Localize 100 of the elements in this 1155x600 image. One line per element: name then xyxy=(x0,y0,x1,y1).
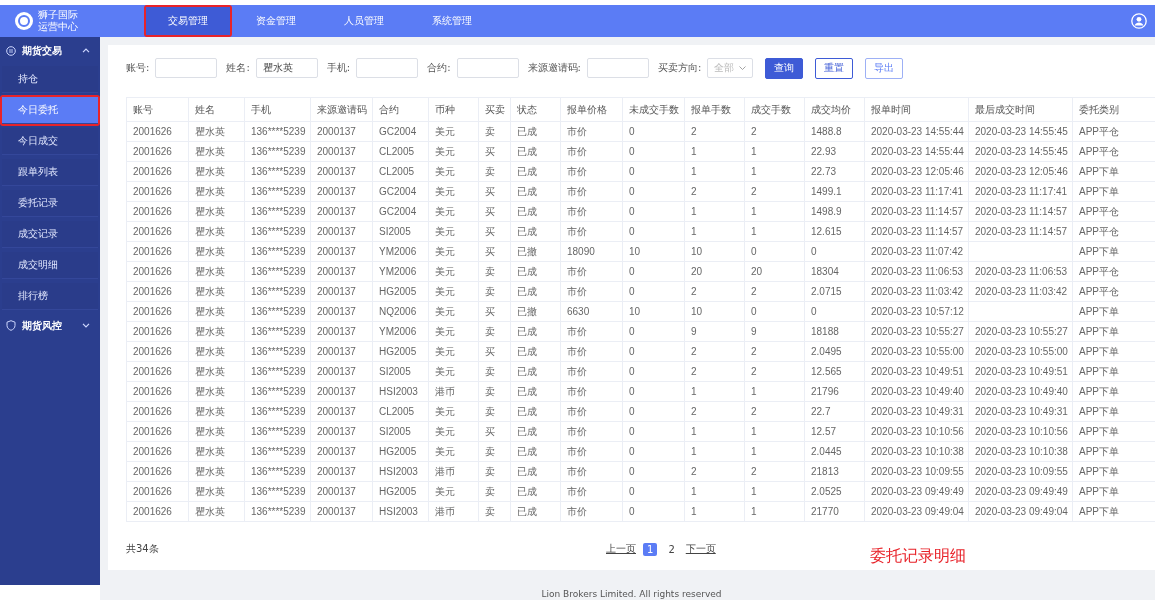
table-cell: 2000137 xyxy=(317,466,356,477)
table-cell: 已成 xyxy=(517,485,537,497)
table-cell: 136****5239 xyxy=(251,486,306,497)
table-cell: 2020-03-23 09:49:49 xyxy=(871,486,964,497)
input-field[interactable] xyxy=(586,58,649,78)
action-button[interactable]: 导出 xyxy=(865,57,904,79)
table-cell: 2000137 xyxy=(317,126,356,137)
table-cell: 1488.8 xyxy=(811,126,842,137)
table-cell: CL2005 xyxy=(379,166,415,177)
sidebar-item[interactable]: 持仓 xyxy=(2,66,98,93)
table-cell: 2001626 xyxy=(133,286,172,297)
prev-page-link[interactable]: 上一页 xyxy=(606,542,636,556)
filter-label: 账号: xyxy=(126,61,150,75)
table-cell: 10 xyxy=(691,246,703,257)
table-cell: 1 xyxy=(691,226,697,237)
input-field[interactable] xyxy=(456,58,519,78)
user-icon[interactable] xyxy=(1131,13,1147,29)
table-cell: 0 xyxy=(629,506,635,517)
table-cell: 2000137 xyxy=(317,326,356,337)
next-page-link[interactable]: 下一页 xyxy=(685,542,716,556)
table-cell: 美元 xyxy=(435,125,455,137)
table-cell: 2020-03-23 10:57:12 xyxy=(871,306,964,317)
sidebar-item[interactable]: 成交明细 xyxy=(2,252,98,279)
table-cell: 美元 xyxy=(435,185,455,197)
table-cell: 22.73 xyxy=(811,166,837,177)
sidebar-item[interactable]: 今日成交 xyxy=(2,128,98,155)
table-cell: APP下单 xyxy=(1079,445,1119,457)
table-cell: HSI2003 xyxy=(379,466,418,477)
table-cell: 市价 xyxy=(567,385,587,397)
table-cell: SI2005 xyxy=(379,226,411,237)
nav-tab[interactable]: 系统管理 xyxy=(410,7,494,35)
table-cell: 0 xyxy=(629,326,635,337)
nav-tab[interactable]: 资金管理 xyxy=(234,7,318,35)
table-cell: 2020-03-23 10:09:55 xyxy=(871,466,964,477)
table-cell: 美元 xyxy=(435,265,455,277)
table-cell: HSI2003 xyxy=(379,506,418,517)
table-cell: 2 xyxy=(751,366,757,377)
table-cell: 2020-03-23 11:03:42 xyxy=(975,286,1068,297)
table-cell: 已成 xyxy=(517,325,537,337)
table-cell: 瞿水英 xyxy=(195,465,225,477)
table-cell: 136****5239 xyxy=(251,206,306,217)
input-field[interactable]: 瞿水英 xyxy=(255,58,318,78)
column-header: 最后成交时间 xyxy=(968,97,1073,122)
table-cell: 136****5239 xyxy=(251,386,306,397)
table-cell: YM2006 xyxy=(379,326,417,337)
table-cell: 21770 xyxy=(811,506,839,517)
table-cell: 2 xyxy=(691,346,697,357)
table-cell: 已成 xyxy=(517,285,537,297)
table-cell: 0 xyxy=(751,306,757,317)
table-cell: 已成 xyxy=(517,165,537,177)
table-cell: 0 xyxy=(629,206,635,217)
table-cell: 美元 xyxy=(435,305,455,317)
page-number[interactable]: 2 xyxy=(664,542,679,556)
table-cell: 2001626 xyxy=(133,466,172,477)
table-cell: 已成 xyxy=(517,365,537,377)
table-cell: 0 xyxy=(629,126,635,137)
table-cell: 2020-03-23 09:49:49 xyxy=(975,486,1068,497)
sidebar-group[interactable]: 期货风控 xyxy=(0,312,100,339)
action-button[interactable]: 重置 xyxy=(815,57,854,79)
sidebar-item[interactable]: 排行榜 xyxy=(2,283,98,310)
sidebar-item[interactable]: 委托记录 xyxy=(2,190,98,217)
input-field[interactable] xyxy=(155,58,218,78)
table-cell: 1 xyxy=(751,206,757,217)
table-cell: 已成 xyxy=(517,265,537,277)
column-header: 币种 xyxy=(428,97,479,122)
table-cell: APP下单 xyxy=(1079,245,1119,257)
table-cell: 0 xyxy=(751,246,757,257)
table-cell: 市价 xyxy=(567,325,587,337)
filter-label: 合约: xyxy=(427,61,451,75)
column-header: 成交均价 xyxy=(804,97,865,122)
table-cell: 0 xyxy=(629,426,635,437)
sidebar-item[interactable]: 今日委托 xyxy=(2,97,98,124)
table-cell: 美元 xyxy=(435,285,455,297)
sidebar-group[interactable]: 期货交易 xyxy=(0,37,100,64)
action-button[interactable]: 查询 xyxy=(765,57,804,79)
page-number[interactable]: 1 xyxy=(643,542,658,556)
table-cell: 12.57 xyxy=(811,426,837,437)
table-cell: 1 xyxy=(751,226,757,237)
table-cell: APP下单 xyxy=(1079,325,1119,337)
table-cell: CL2005 xyxy=(379,406,415,417)
column-header: 姓名 xyxy=(188,97,245,122)
table-cell: APP下单 xyxy=(1079,305,1119,317)
table-cell: 瞿水英 xyxy=(195,305,225,317)
table-cell: 136****5239 xyxy=(251,466,306,477)
table-cell: 1 xyxy=(691,386,697,397)
table-cell: 2 xyxy=(691,406,697,417)
sidebar-item[interactable]: 成交记录 xyxy=(2,221,98,248)
table-cell: 2000137 xyxy=(317,166,356,177)
nav-tab[interactable]: 交易管理 xyxy=(146,7,230,35)
sidebar-item[interactable]: 跟单列表 xyxy=(2,159,98,186)
table-cell: 136****5239 xyxy=(251,346,306,357)
table-cell: 0 xyxy=(629,446,635,457)
input-field[interactable] xyxy=(356,58,419,78)
coin-icon xyxy=(6,45,16,56)
nav-tab[interactable]: 人员管理 xyxy=(322,7,406,35)
table-cell: 2.0495 xyxy=(811,346,842,357)
table-cell: 2.0525 xyxy=(811,486,842,497)
table-cell: APP平仓 xyxy=(1079,285,1119,297)
column-header: 来源邀请码 xyxy=(310,97,373,122)
table-cell: 136****5239 xyxy=(251,166,306,177)
